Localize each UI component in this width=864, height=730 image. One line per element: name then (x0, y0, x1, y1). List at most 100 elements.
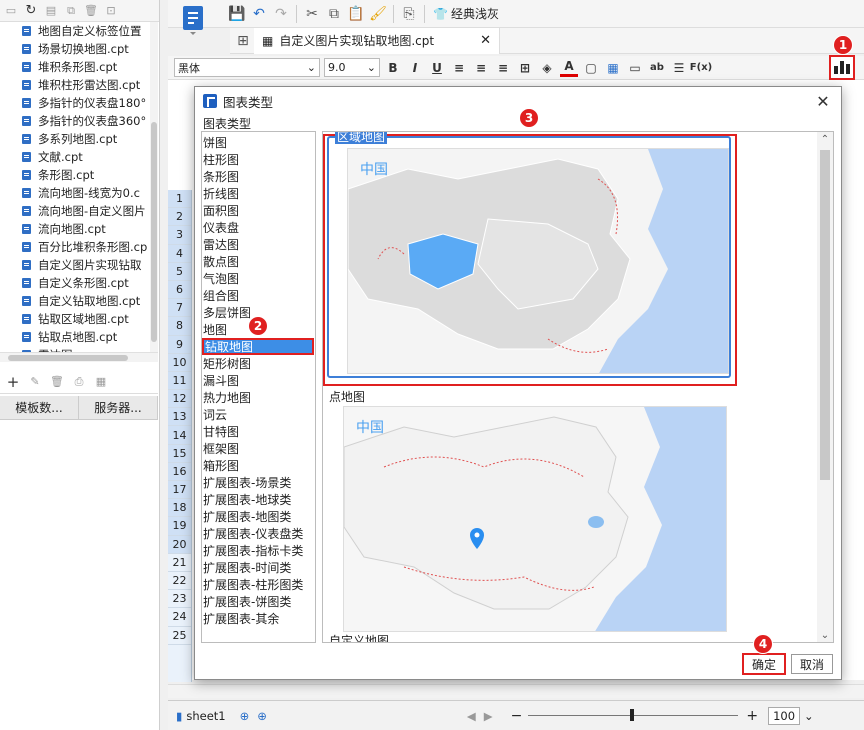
align-right-icon[interactable]: ≡ (494, 59, 512, 77)
file-list-item[interactable]: 条形图.cpt (0, 166, 150, 184)
row-number[interactable]: 11 (168, 371, 191, 391)
chart-type-item[interactable]: 矩形树图 (202, 355, 315, 372)
zoom-out-icon[interactable]: − (511, 708, 523, 724)
chart-type-item[interactable]: 组合图 (202, 287, 315, 304)
row-number[interactable]: 13 (168, 408, 191, 427)
zoom-slider[interactable] (528, 709, 739, 721)
chart-type-item[interactable]: 雷达图 (202, 236, 315, 253)
copy-icon[interactable]: ⧉ (323, 3, 345, 25)
row-number[interactable]: 6 (168, 280, 191, 300)
file-list-item[interactable]: 文献.cpt (0, 148, 150, 166)
row-number[interactable]: 12 (168, 390, 191, 409)
merge-icon[interactable]: ▭ (626, 59, 644, 77)
file-list-item[interactable]: 流向地图-自定义图片 (0, 202, 150, 220)
zoom-value[interactable]: 100 (768, 706, 801, 725)
row-number[interactable]: 20 (168, 535, 191, 554)
app-logo-icon[interactable] (180, 4, 208, 36)
row-number[interactable]: 16 (168, 462, 191, 481)
chart-type-item[interactable]: 扩展图表-仪表盘类 (202, 525, 315, 542)
chart-type-item[interactable]: 折线图 (202, 185, 315, 202)
add-icon[interactable]: + (6, 373, 20, 391)
template-preview-icon[interactable]: ⎘ (398, 3, 420, 25)
file-list-item[interactable]: 多指针的仪表盘360° (0, 112, 150, 130)
fill-color-icon[interactable]: ◈ (538, 59, 556, 77)
cell-icon[interactable]: ▢ (582, 59, 600, 77)
next-icon[interactable]: ▶ (484, 709, 493, 723)
chart-type-item[interactable]: 面积图 (202, 202, 315, 219)
row-number[interactable]: 25 (168, 627, 191, 645)
trash-icon[interactable]: 🗑 (50, 375, 64, 389)
chart-type-item[interactable]: 箱形图 (202, 457, 315, 474)
chart-type-item[interactable]: 框架图 (202, 440, 315, 457)
scroll-down-icon[interactable]: ⌄ (817, 628, 833, 642)
chart-type-item[interactable]: 散点图 (202, 253, 315, 270)
file-list-item[interactable]: 地图自定义标签位置 (0, 22, 150, 40)
sheet-tab[interactable]: sheet1 (186, 709, 225, 723)
data-icon[interactable]: ▦ (94, 375, 108, 389)
file-list-scrollbar[interactable] (150, 22, 158, 352)
file-list-item[interactable]: 多系列地图.cpt (0, 130, 150, 148)
row-number[interactable]: 10 (168, 353, 191, 372)
chart-type-item[interactable]: 扩展图表-指标卡类 (202, 542, 315, 559)
copy-icon[interactable]: ⧉ (64, 4, 78, 18)
tab-server[interactable]: 服务器... (79, 396, 158, 419)
file-list-hscrollbar[interactable] (0, 352, 158, 362)
chart-type-item[interactable]: 气泡图 (202, 270, 315, 287)
preview-card-point-map[interactable]: 点地图 中国 (329, 388, 733, 632)
row-number[interactable]: 4 (168, 244, 191, 263)
chart-type-item[interactable]: 甘特图 (202, 423, 315, 440)
row-number[interactable]: 22 (168, 572, 191, 591)
chart-type-item[interactable]: 扩展图表-柱形图类 (202, 576, 315, 593)
chart-type-item[interactable]: 扩展图表-地球类 (202, 491, 315, 508)
row-number[interactable]: 24 (168, 608, 191, 627)
file-list-item[interactable]: 钻取区域地图.cpt (0, 310, 150, 328)
table-icon[interactable]: ▦ (604, 59, 622, 77)
file-list-item[interactable]: 自定义条形图.cpt (0, 274, 150, 292)
edit-icon[interactable]: ✎ (28, 375, 42, 389)
chart-type-item[interactable]: 热力地图 (202, 389, 315, 406)
wrap-icon[interactable]: ☰ (670, 59, 688, 77)
chart-type-item[interactable]: 扩展图表-其余 (202, 610, 315, 627)
close-tab-icon[interactable]: ✕ (480, 33, 491, 48)
chart-type-item[interactable]: 扩展图表-时间类 (202, 559, 315, 576)
row-number[interactable]: 18 (168, 499, 191, 518)
new-folder-icon[interactable]: ▭ (4, 4, 18, 18)
template-icon[interactable]: ▤ (44, 4, 58, 18)
file-list-item[interactable]: 自定义图片实现钻取 (0, 256, 150, 274)
row-number[interactable]: 2 (168, 208, 191, 227)
delete-icon[interactable]: 🗑 (84, 4, 98, 18)
lock-icon[interactable]: ⊡ (104, 4, 118, 18)
cut-icon[interactable]: ✂ (301, 3, 323, 25)
row-number[interactable]: 19 (168, 517, 191, 536)
formula-icon[interactable]: F(x) (690, 59, 712, 77)
file-list-item[interactable]: 百分比堆积条形图.cp (0, 238, 150, 256)
chart-type-item[interactable]: 钻取地图 (202, 338, 314, 355)
file-list-item[interactable]: 流向地图-线宽为0.c (0, 184, 150, 202)
insert-chart-button[interactable] (829, 55, 855, 80)
preview-scrollbar[interactable]: ⌃ ⌄ (817, 132, 833, 642)
row-number[interactable]: 3 (168, 226, 191, 245)
preview-card-custom-map[interactable]: 自定义地图 (329, 632, 733, 642)
prev-icon[interactable]: ◀ (467, 709, 476, 723)
save-icon[interactable]: 💾 (226, 3, 248, 25)
classic-theme-button[interactable]: 👕 经典浅灰 (429, 5, 503, 22)
row-number[interactable]: 15 (168, 444, 191, 463)
row-number[interactable]: 17 (168, 481, 191, 500)
border-icon[interactable]: ⊞ (516, 59, 534, 77)
chart-type-item[interactable]: 漏斗图 (202, 372, 315, 389)
zoom-in-icon[interactable]: + (746, 708, 758, 724)
chart-type-item[interactable]: 柱形图 (202, 151, 315, 168)
refresh-icon[interactable]: ↻ (24, 3, 38, 18)
file-list-item[interactable]: 堆积柱形雷达图.cpt (0, 76, 150, 94)
row-number[interactable]: 5 (168, 262, 191, 281)
font-size-select[interactable]: 9.0 ⌄ (324, 58, 380, 77)
scroll-up-icon[interactable]: ⌃ (817, 132, 833, 146)
chart-type-item[interactable]: 仪表盘 (202, 219, 315, 236)
row-number[interactable]: 1 (168, 190, 191, 209)
row-number[interactable]: 9 (168, 335, 191, 354)
row-number[interactable]: 7 (168, 299, 191, 318)
cancel-button[interactable]: 取消 (791, 654, 833, 674)
file-list-item[interactable]: 流向地图.cpt (0, 220, 150, 238)
format-painter-icon[interactable]: 🖌 (367, 3, 389, 25)
add-poly-sheet-icon[interactable]: ⊕ (257, 709, 267, 723)
